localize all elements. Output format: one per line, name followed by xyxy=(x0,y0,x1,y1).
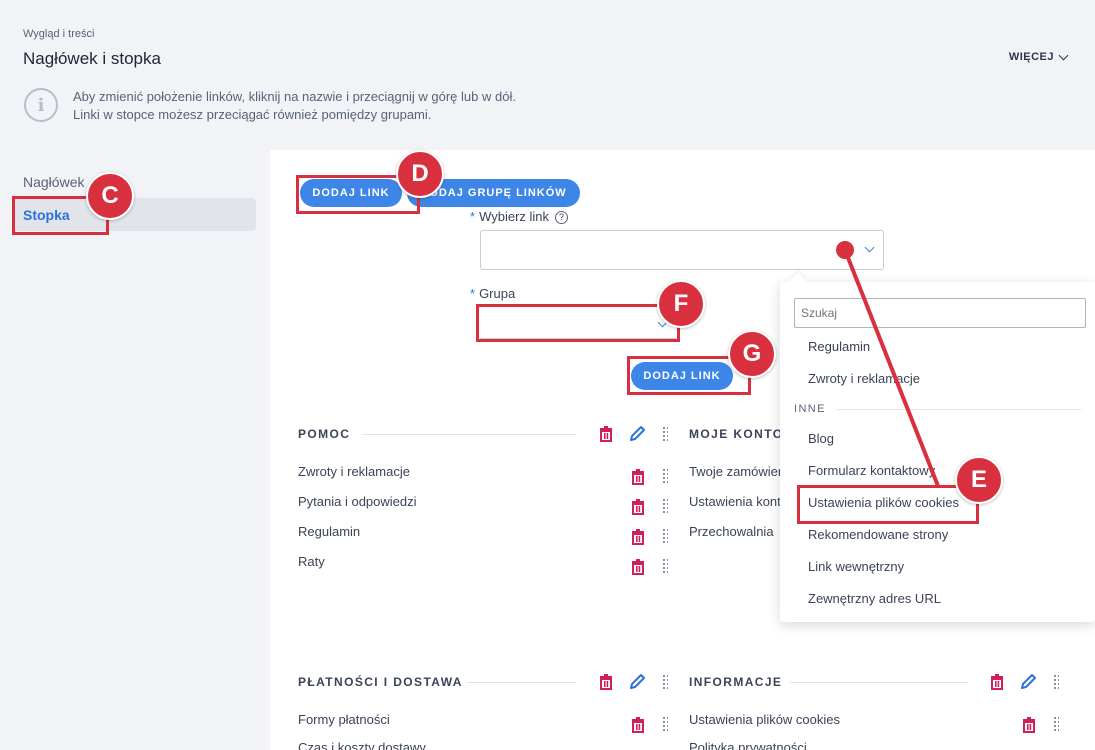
trash-icon[interactable] xyxy=(629,498,647,516)
chevron-down-icon xyxy=(1058,50,1069,60)
required-mark: * xyxy=(470,286,476,301)
dropdown-option[interactable]: Link wewnętrzny xyxy=(808,559,904,574)
group-title[interactable]: PŁATNOŚCI I DOSTAWA xyxy=(298,675,463,689)
help-icon[interactable]: ? xyxy=(555,210,569,224)
required-mark: * xyxy=(470,209,476,224)
trash-icon[interactable] xyxy=(629,716,647,734)
drag-handle-icon[interactable] xyxy=(662,528,668,544)
drag-handle-icon[interactable] xyxy=(662,558,668,574)
annotation-marker-c: C xyxy=(86,172,134,220)
divider xyxy=(362,434,576,435)
info-line: Linki w stopce możesz przeciągać również… xyxy=(73,107,432,122)
footer-link[interactable]: Pytania i odpowiedzi xyxy=(298,494,417,509)
add-link-button[interactable]: DODAJ LINK xyxy=(300,179,402,207)
group-select[interactable] xyxy=(480,307,676,339)
dropdown-group-label: INNE xyxy=(794,403,826,415)
dropdown-search-input[interactable] xyxy=(794,298,1086,328)
pencil-icon[interactable] xyxy=(1019,673,1037,691)
footer-link[interactable]: Formy płatności xyxy=(298,712,390,727)
chevron-down-icon xyxy=(864,242,875,253)
divider xyxy=(836,409,1081,410)
drag-handle-icon[interactable] xyxy=(1053,716,1059,732)
drag-handle-icon[interactable] xyxy=(1053,674,1059,690)
trash-icon[interactable] xyxy=(597,673,615,691)
footer-link[interactable]: Polityka prywatności xyxy=(689,740,807,750)
dropdown-option[interactable]: Blog xyxy=(808,431,834,446)
footer-link[interactable]: Raty xyxy=(298,554,325,569)
more-menu-button[interactable]: WIĘCEJ xyxy=(1008,50,1069,63)
group-label-text: Grupa xyxy=(479,286,516,301)
dropdown-option[interactable]: Zewnętrzny adres URL xyxy=(808,591,941,606)
footer-link[interactable]: Ustawienia plików cookies xyxy=(689,712,840,727)
footer-link[interactable]: Ustawienia konta xyxy=(689,494,788,509)
sidebar-item-label: Nagłówek xyxy=(23,173,85,190)
dropdown-option[interactable]: Formularz kontaktowy xyxy=(808,463,935,478)
footer-link[interactable]: Zwroty i reklamacje xyxy=(298,464,410,479)
choose-link-text: Wybierz link xyxy=(479,209,550,224)
trash-icon[interactable] xyxy=(629,558,647,576)
drag-handle-icon[interactable] xyxy=(662,674,668,690)
drag-handle-icon[interactable] xyxy=(662,498,668,514)
choose-link-label: * Wybierz link? xyxy=(470,209,569,224)
divider xyxy=(467,682,576,683)
trash-icon[interactable] xyxy=(629,468,647,486)
trash-icon[interactable] xyxy=(597,425,615,443)
link-dropdown: Regulamin Zwroty i reklamacje INNE Blog … xyxy=(780,282,1095,622)
group-title[interactable]: POMOC xyxy=(298,427,350,441)
drag-handle-icon[interactable] xyxy=(662,468,668,484)
group-title[interactable]: MOJE KONTO xyxy=(689,427,783,441)
breadcrumb[interactable]: Wygląd i treści xyxy=(23,28,94,40)
submit-add-link-button[interactable]: DODAJ LINK xyxy=(631,362,733,390)
more-label: WIĘCEJ xyxy=(1008,51,1054,63)
drag-handle-icon[interactable] xyxy=(662,426,668,442)
sidebar-item-footer[interactable]: Stopka xyxy=(12,198,256,231)
dropdown-option-cookies[interactable]: Ustawienia plików cookies xyxy=(808,495,959,510)
footer-link[interactable]: Regulamin xyxy=(298,524,360,539)
pencil-icon[interactable] xyxy=(628,673,646,691)
info-line: Aby zmienić położenie linków, kliknij na… xyxy=(73,89,516,104)
page-title: Nagłówek i stopka xyxy=(23,49,161,68)
group-title[interactable]: INFORMACJE xyxy=(689,675,782,689)
group-label: * Grupa xyxy=(470,286,515,301)
footer-link[interactable]: Czas i koszty dostawy xyxy=(298,740,426,750)
trash-icon[interactable] xyxy=(1020,716,1038,734)
trash-icon[interactable] xyxy=(629,528,647,546)
annotation-marker-e: E xyxy=(955,456,1003,504)
drag-handle-icon[interactable] xyxy=(662,716,668,732)
footer-link[interactable]: Przechowalnia xyxy=(689,524,774,539)
sidebar-item-label: Stopka xyxy=(23,206,70,223)
info-text: Aby zmienić położenie linków, kliknij na… xyxy=(73,88,516,124)
sidebar-item-header[interactable]: Nagłówek xyxy=(12,165,256,198)
dropdown-option[interactable]: Rekomendowane strony xyxy=(808,527,948,542)
pencil-icon[interactable] xyxy=(628,425,646,443)
annotation-marker-d: D xyxy=(396,150,444,198)
info-icon: i xyxy=(24,88,58,122)
choose-link-select[interactable] xyxy=(480,230,884,270)
dropdown-option[interactable]: Regulamin xyxy=(808,339,870,354)
dropdown-option[interactable]: Zwroty i reklamacje xyxy=(808,371,920,386)
trash-icon[interactable] xyxy=(988,673,1006,691)
annotation-marker-g: G xyxy=(728,330,776,378)
annotation-marker-f: F xyxy=(657,280,705,328)
divider xyxy=(790,682,968,683)
